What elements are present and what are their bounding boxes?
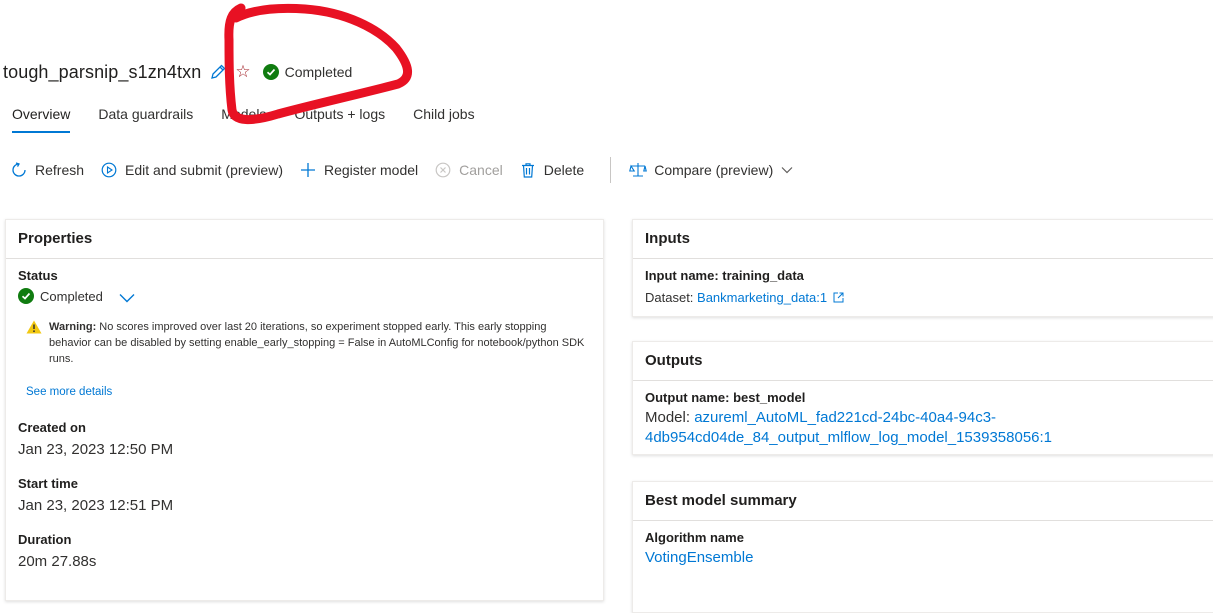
chevron-down-icon (781, 166, 793, 174)
refresh-label: Refresh (35, 162, 85, 178)
dataset-prefix: Dataset: (645, 290, 698, 305)
created-on-label: Created on (18, 420, 86, 435)
status-value-text: Completed (40, 288, 103, 304)
algorithm-name-label: Algorithm name (645, 530, 744, 545)
duration-value: 20m 27.88s (18, 553, 97, 570)
cancel-button[interactable]: Cancel (434, 161, 503, 179)
summary-title: Best model summary (633, 482, 1213, 521)
compare-button[interactable]: Compare (preview) (629, 161, 793, 179)
outputs-card: Outputs Output name: best_model Model: a… (632, 341, 1213, 455)
external-link-icon[interactable] (833, 292, 844, 303)
title-row: tough_parsnip_s1zn4txn ☆ Completed (3, 58, 352, 86)
model-link-line-2[interactable]: 4db954cd04de_84_output_mlflow_log_model_… (645, 429, 1052, 446)
tab-models[interactable]: Models (221, 106, 266, 133)
check-circle-icon (262, 64, 279, 80)
delete-button[interactable]: Delete (519, 161, 584, 179)
warning-bold: Warning: (49, 321, 97, 333)
job-status: Completed (262, 64, 353, 80)
outputs-title: Outputs (633, 342, 1213, 381)
delete-label: Delete (543, 162, 585, 178)
refresh-icon (10, 161, 28, 179)
output-name: Output name: best_model (645, 390, 806, 405)
dataset-row: Dataset: Bankmarketing_data:1 (645, 290, 844, 305)
model-prefix: Model: (645, 409, 695, 426)
created-on-value: Jan 23, 2023 12:50 PM (18, 441, 174, 458)
see-more-details-link[interactable]: See more details (26, 386, 112, 398)
input-name: Input name: training_data (645, 268, 804, 283)
inputs-card: Inputs Input name: training_data Dataset… (632, 219, 1213, 317)
start-time-value: Jan 23, 2023 12:51 PM (18, 497, 174, 514)
properties-title: Properties (6, 220, 603, 259)
model-link-line-1[interactable]: azureml_AutoML_fad221cd-24bc-40a4-94c3- (694, 409, 996, 426)
warning-icon (26, 320, 42, 334)
best-model-summary-card: Best model summary Algorithm name Voting… (632, 481, 1213, 613)
command-bar: Refresh Edit and submit (preview) Regist… (10, 157, 809, 183)
properties-card: Properties Status Completed Warning: No … (5, 219, 604, 601)
warning-body: No scores improved over last 20 iteratio… (49, 321, 585, 365)
register-model-button[interactable]: Register model (299, 161, 418, 179)
edit-name-icon[interactable] (209, 63, 227, 81)
start-time-label: Start time (18, 476, 78, 491)
check-circle-icon (18, 288, 34, 304)
job-title: tough_parsnip_s1zn4txn (3, 61, 202, 82)
warning-text: Warning: No scores improved over last 20… (49, 319, 591, 367)
model-row: Model: azureml_AutoML_fad221cd-24bc-40a4… (645, 408, 1205, 448)
tab-child-jobs[interactable]: Child jobs (413, 106, 474, 133)
cancel-circle-icon (434, 161, 452, 179)
status-label: Status (18, 268, 58, 283)
job-status-text: Completed (284, 64, 353, 80)
edit-submit-label: Edit and submit (preview) (125, 162, 283, 178)
inputs-title: Inputs (633, 220, 1213, 259)
duration-label: Duration (18, 532, 72, 547)
edit-submit-button[interactable]: Edit and submit (preview) (100, 161, 283, 179)
register-model-label: Register model (323, 162, 419, 178)
tab-data-guardrails[interactable]: Data guardrails (98, 106, 193, 133)
refresh-button[interactable]: Refresh (10, 161, 84, 179)
compare-scale-icon (629, 161, 648, 179)
toolbar-divider (610, 157, 612, 183)
tab-outputs-logs[interactable]: Outputs + logs (294, 106, 385, 133)
trash-icon (519, 161, 537, 179)
tab-bar: Overview Data guardrails Models Outputs … (12, 106, 503, 133)
play-circle-icon (100, 161, 118, 179)
plus-icon (299, 161, 317, 179)
favorite-star-icon[interactable]: ☆ (235, 63, 250, 81)
tab-overview[interactable]: Overview (12, 106, 71, 133)
status-value: Completed (18, 288, 135, 304)
dataset-link[interactable]: Bankmarketing_data:1 (697, 290, 827, 305)
compare-label: Compare (preview) (654, 162, 774, 178)
early-stopping-warning: Warning: No scores improved over last 20… (26, 319, 591, 367)
algorithm-name-value[interactable]: VotingEnsemble (645, 549, 753, 566)
expand-chevron-icon[interactable] (119, 293, 135, 303)
cancel-label: Cancel (459, 162, 503, 178)
